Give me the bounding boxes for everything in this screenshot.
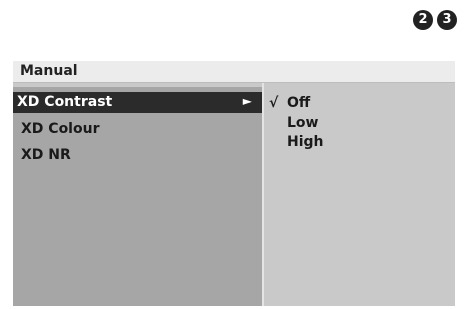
option-high[interactable]: High xyxy=(264,132,455,152)
step-badge-2: 2 xyxy=(413,10,433,30)
menu-item-xd-colour[interactable]: XD Colour xyxy=(13,119,262,140)
manual-menu-panel: Manual XD Contrast ► XD Colour XD NR √ O… xyxy=(13,61,455,306)
submenu-arrow-icon: ► xyxy=(242,94,252,108)
option-label: Off xyxy=(287,95,311,111)
menu-item-xd-contrast[interactable]: XD Contrast ► xyxy=(13,92,262,113)
menu-item-label: XD Colour xyxy=(21,121,100,137)
panel-title-bar: Manual xyxy=(13,61,455,83)
checkmark-icon: √ xyxy=(269,95,279,111)
option-low[interactable]: Low xyxy=(264,113,455,133)
menu-item-label: XD NR xyxy=(21,147,71,163)
options-list: √ Off Low High xyxy=(264,83,455,306)
menu-item-xd-nr[interactable]: XD NR xyxy=(13,145,262,166)
step-badge-3: 3 xyxy=(437,10,457,30)
panel-title: Manual xyxy=(20,63,78,79)
option-label: Low xyxy=(287,115,319,131)
option-label: High xyxy=(287,134,324,150)
step-indicators: 2 3 xyxy=(413,10,457,30)
option-off[interactable]: √ Off xyxy=(264,93,455,113)
menu-item-label: XD Contrast xyxy=(17,94,113,110)
